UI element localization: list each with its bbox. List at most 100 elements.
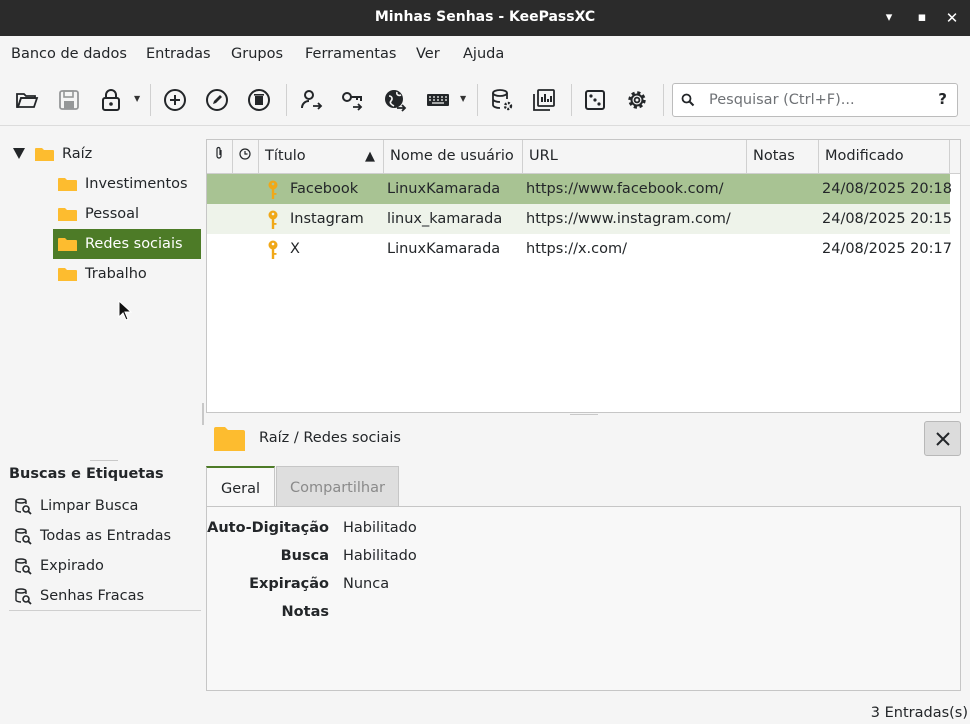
settings-icon xyxy=(628,91,646,109)
menu-ajuda[interactable]: Ajuda xyxy=(463,46,504,62)
group-trabalho[interactable]: Trabalho xyxy=(58,259,147,289)
group-root[interactable]: Raíz xyxy=(35,139,92,169)
close-details-button[interactable] xyxy=(924,421,961,456)
folder-icon xyxy=(214,427,245,451)
group-path: Raíz / Redes sociais xyxy=(259,430,401,446)
delete-entry-button[interactable] xyxy=(245,86,273,114)
column-attachment[interactable] xyxy=(207,140,233,173)
entry-title: Facebook xyxy=(290,181,359,197)
edit-entry-button[interactable] xyxy=(203,86,231,114)
password-generator-button[interactable] xyxy=(581,86,609,114)
open-database-button[interactable] xyxy=(13,86,41,114)
key-icon xyxy=(268,240,278,259)
menu-ferramentas[interactable]: Ferramentas xyxy=(305,46,396,62)
folder-icon xyxy=(58,177,77,191)
settings-button[interactable] xyxy=(623,86,651,114)
column-url[interactable]: URL xyxy=(523,140,747,173)
autotype-dropdown-icon[interactable]: ▼ xyxy=(460,94,466,103)
save-database-button[interactable] xyxy=(55,86,83,114)
mouse-cursor-icon xyxy=(118,300,132,321)
field-label-notas: Notas xyxy=(281,604,329,620)
database-search-icon xyxy=(15,558,32,575)
entry-username: LinuxKamarada xyxy=(387,241,501,257)
folder-icon xyxy=(58,207,77,221)
table-row[interactable]: Facebook LinuxKamarada https://www.faceb… xyxy=(207,174,952,204)
copy-username-icon xyxy=(301,90,323,110)
folder-icon xyxy=(35,147,54,161)
lock-database-button[interactable] xyxy=(97,86,125,114)
group-redes-sociais[interactable]: Redes sociais xyxy=(53,229,201,259)
menu-banco-de-dados[interactable]: Banco de dados xyxy=(11,46,127,62)
table-header: Título ▲ Nome de usuário URL Notas Modif… xyxy=(207,140,960,174)
group-pessoal[interactable]: Pessoal xyxy=(58,199,139,229)
table-row[interactable]: Instagram linux_kamarada https://www.ins… xyxy=(207,204,952,234)
close-icon xyxy=(935,431,950,446)
vertical-splitter-handle[interactable] xyxy=(202,403,204,425)
maximize-icon[interactable]: ▪ xyxy=(913,9,931,27)
menu-grupos[interactable]: Grupos xyxy=(231,46,283,62)
menu-bar: Banco de dados Entradas Grupos Ferrament… xyxy=(0,36,970,74)
database-search-icon xyxy=(15,498,32,515)
lock-dropdown-icon[interactable]: ▼ xyxy=(134,94,140,103)
field-value-busca: Habilitado xyxy=(343,548,417,564)
autotype-button[interactable] xyxy=(423,86,453,114)
clock-icon xyxy=(239,148,251,160)
column-expiry[interactable] xyxy=(233,140,259,173)
copy-password-button[interactable] xyxy=(339,86,367,114)
column-title[interactable]: Título ▲ xyxy=(259,140,384,173)
column-notes[interactable]: Notas xyxy=(747,140,819,173)
autotype-keyboard-icon xyxy=(427,94,449,106)
key-icon xyxy=(268,180,278,199)
tab-geral[interactable]: Geral xyxy=(206,466,275,507)
table-row[interactable]: X LinuxKamarada https://x.com/ 24/08/202… xyxy=(207,234,952,264)
group-investimentos[interactable]: Investimentos xyxy=(58,169,188,199)
entry-url: https://www.facebook.com/ xyxy=(526,181,724,197)
tag-todas-as-entradas[interactable]: Todas as Entradas xyxy=(14,524,171,548)
entry-table: Título ▲ Nome de usuário URL Notas Modif… xyxy=(206,139,961,413)
database-reports-button[interactable] xyxy=(530,86,558,114)
window-title: Minhas Senhas - KeePassXC xyxy=(374,9,596,25)
tab-compartilhar[interactable]: Compartilhar xyxy=(276,466,399,506)
tag-senhas-fracas[interactable]: Senhas Fracas xyxy=(14,584,144,608)
search-input[interactable] xyxy=(709,90,919,110)
key-icon xyxy=(268,210,278,229)
copy-url-button[interactable] xyxy=(381,86,409,114)
field-value-expiracao: Nunca xyxy=(343,576,390,592)
column-modified[interactable]: Modificado xyxy=(819,140,950,173)
search-help-button[interactable]: ? xyxy=(938,90,947,108)
horizontal-splitter-handle[interactable] xyxy=(570,414,598,415)
add-entry-button[interactable] xyxy=(161,86,189,114)
column-username[interactable]: Nome de usuário xyxy=(384,140,523,173)
menu-entradas[interactable]: Entradas xyxy=(146,46,211,62)
field-value-autotype: Habilitado xyxy=(343,520,417,536)
entry-username: linux_kamarada xyxy=(387,211,503,227)
reports-icon xyxy=(533,89,555,111)
lock-icon xyxy=(102,89,120,111)
toolbar: ▼ ▼ ? xyxy=(0,74,970,126)
tree-splitter-handle[interactable] xyxy=(90,460,118,461)
delete-entry-icon xyxy=(248,89,270,111)
folder-open-icon xyxy=(16,93,39,108)
status-entry-count: 3 Entradas(s) xyxy=(870,705,968,721)
edit-entry-icon xyxy=(206,89,228,111)
field-label-expiracao: Expiração xyxy=(249,576,329,592)
entry-url: https://x.com/ xyxy=(526,241,628,257)
database-settings-button[interactable] xyxy=(488,86,516,114)
database-search-icon xyxy=(15,588,32,605)
minimize-icon[interactable]: ▾ xyxy=(880,9,898,27)
tags-divider xyxy=(9,610,201,611)
close-window-icon[interactable]: ✕ xyxy=(943,9,961,27)
group-details-header: Raíz / Redes sociais xyxy=(206,420,961,460)
tag-limpar-busca[interactable]: Limpar Busca xyxy=(14,494,138,518)
entry-modified: 24/08/2025 20:17 xyxy=(822,241,952,257)
collapse-arrow-icon[interactable] xyxy=(13,148,25,159)
copy-username-button[interactable] xyxy=(297,86,325,114)
copy-password-icon xyxy=(342,92,363,111)
details-panel: Auto-Digitação Habilitado Busca Habilita… xyxy=(206,506,961,691)
search-box[interactable]: ? xyxy=(672,83,958,117)
tag-expirado[interactable]: Expirado xyxy=(14,554,104,578)
field-label-autotype: Auto-Digitação xyxy=(207,520,329,536)
entry-username: LinuxKamarada xyxy=(387,181,501,197)
search-icon xyxy=(681,93,695,107)
menu-ver[interactable]: Ver xyxy=(416,46,440,62)
